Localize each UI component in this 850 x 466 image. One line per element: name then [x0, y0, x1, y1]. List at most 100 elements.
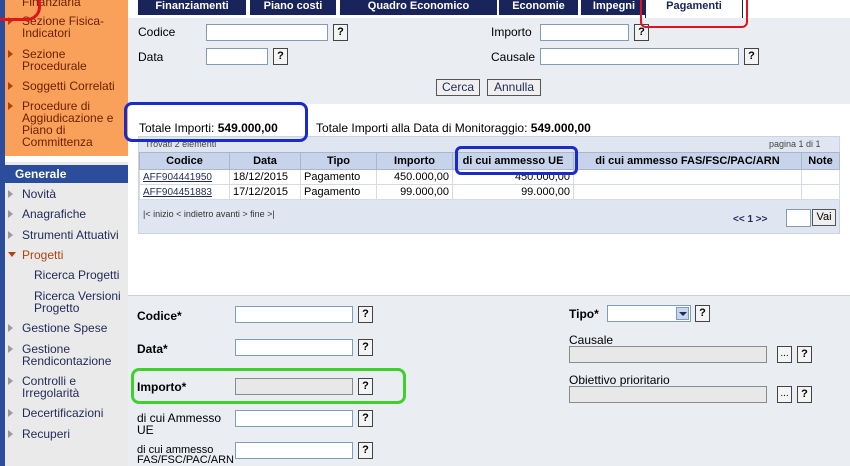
tab-economie[interactable]: Economie: [499, 0, 578, 15]
sidebar-item-progetti[interactable]: Progetti: [8, 249, 128, 261]
tab-pagamenti[interactable]: Pagamenti: [645, 0, 743, 18]
row-note: [801, 169, 840, 185]
form-causale-help-button[interactable]: ?: [797, 346, 812, 363]
row-tipo: Pagamento: [300, 169, 377, 185]
search-button[interactable]: Cerca: [436, 79, 480, 96]
totale-importi-label: Totale Importi:: [139, 121, 215, 135]
col-header-codice[interactable]: Codice: [139, 152, 230, 170]
sidebar-item-soggetti-correlati[interactable]: Soggetti Correlati: [8, 80, 126, 92]
chevron-down-icon: [676, 307, 689, 320]
search-codice-label: Codice: [138, 25, 176, 39]
col-header-data[interactable]: Data: [229, 152, 301, 170]
totale-importi-monitoraggio: Totale Importi alla Data di Monitoraggio…: [316, 121, 591, 135]
sidebar-item-decertificazioni[interactable]: Decertificazioni: [8, 407, 128, 419]
cancel-button[interactable]: Annulla: [487, 79, 541, 96]
search-importo-label: Importo: [491, 25, 532, 39]
form-causale-label: Causale: [569, 333, 614, 347]
tab-impegni[interactable]: Impegni: [581, 0, 647, 15]
table-header-row: Codice Data Tipo Importo di cui ammesso …: [139, 152, 840, 170]
form-ue-help-button[interactable]: ?: [358, 410, 373, 427]
form-codice-help-button[interactable]: ?: [358, 306, 373, 323]
search-data-help-button[interactable]: ?: [273, 48, 288, 65]
sidebar-subitem-ricerca-versioni[interactable]: Ricerca Versioni Progetto: [34, 290, 128, 314]
form-data-help-button[interactable]: ?: [358, 339, 373, 356]
arrow-down-icon: [8, 252, 16, 257]
search-importo-help-button[interactable]: ?: [634, 24, 649, 41]
arrow-right-icon: [8, 377, 13, 385]
table-row: AFF904451883 17/12/2015 Pagamento 99.000…: [139, 184, 840, 200]
form-tipo-help-button[interactable]: ?: [695, 305, 710, 322]
sidebar-item-sezione-procedurale[interactable]: Sezione Procedurale: [8, 48, 126, 72]
col-header-importo[interactable]: Importo: [376, 152, 453, 170]
search-data-input[interactable]: [206, 48, 268, 65]
search-causale-help-button[interactable]: ?: [744, 48, 759, 65]
arrow-right-icon: [8, 17, 13, 25]
form-causale-input[interactable]: [569, 346, 767, 363]
sidebar-item-gestione-spese[interactable]: Gestione Spese: [8, 322, 128, 334]
form-data-input[interactable]: [235, 339, 353, 356]
arrow-right-icon: [8, 231, 13, 239]
form-tipo-select[interactable]: [607, 305, 691, 322]
arrow-right-icon: [8, 409, 13, 417]
sidebar-item-strumenti-attuativi[interactable]: Strumenti Attuativi: [8, 229, 128, 241]
row-importo: 99.000,00: [376, 184, 453, 200]
form-ue-input[interactable]: [235, 410, 353, 427]
form-obiettivo-input[interactable]: [569, 386, 767, 403]
row-ammesso-ue: 450.000,00: [452, 169, 574, 185]
form-obiettivo-help-button[interactable]: ?: [797, 386, 812, 403]
tab-piano-costi[interactable]: Piano costi: [250, 0, 336, 15]
sidebar-item-gestione-rendicontazione[interactable]: Gestione Rendicontazione: [8, 343, 128, 367]
sidebar-item-controlli[interactable]: Controlli e Irregolarità: [8, 375, 128, 399]
form-importo-input[interactable]: [235, 378, 353, 395]
pager-navigation[interactable]: |< inizio < indietro avanti > fine >|: [143, 209, 275, 219]
table-row: AFF904441950 18/12/2015 Pagamento 450.00…: [139, 169, 840, 185]
arrow-right-icon: [8, 430, 13, 438]
arrow-right-icon: [8, 102, 13, 110]
row-ammesso-fas: [573, 184, 802, 200]
form-importo-help-button[interactable]: ?: [358, 378, 373, 395]
form-fas-input[interactable]: [235, 442, 353, 459]
tab-quadro-economico[interactable]: Quadro Economico: [340, 0, 497, 15]
col-header-ammesso-ue[interactable]: di cui ammesso UE: [452, 152, 574, 170]
form-tipo-label: Tipo*: [569, 307, 599, 321]
search-causale-input[interactable]: [540, 48, 739, 65]
col-header-note[interactable]: Note: [801, 152, 840, 170]
form-causale-browse-button[interactable]: ...: [777, 346, 792, 363]
row-note: [801, 184, 840, 200]
sidebar-item-procedure-aggiudicazione[interactable]: Procedure di Aggiudicazione e Piano di C…: [8, 100, 126, 148]
row-codice-link[interactable]: AFF904451883: [139, 184, 230, 200]
totale-monitoraggio-label: Totale Importi alla Data di Monitoraggio…: [316, 121, 528, 135]
sidebar-subitem-ricerca-progetti[interactable]: Ricerca Progetti: [34, 269, 128, 281]
col-header-tipo[interactable]: Tipo: [300, 152, 377, 170]
page-number-input[interactable]: [786, 209, 811, 227]
sidebar-item-novita[interactable]: Novità: [8, 188, 128, 200]
form-codice-label: Codice*: [137, 309, 182, 323]
pager-pages[interactable]: << 1 >>: [733, 214, 767, 225]
search-causale-label: Causale: [491, 50, 536, 64]
totale-importi: Totale Importi: 549.000,00: [139, 121, 278, 135]
row-codice-link[interactable]: AFF904441950: [139, 169, 230, 185]
results-table: Codice Data Tipo Importo di cui ammesso …: [139, 152, 840, 200]
form-obiettivo-browse-button[interactable]: ...: [777, 386, 792, 403]
row-data: 17/12/2015: [229, 184, 301, 200]
col-header-ammesso-fas[interactable]: di cui ammesso FAS/FSC/PAC/ARN: [573, 152, 802, 170]
form-codice-input[interactable]: [235, 306, 353, 323]
row-ammesso-ue: 99.000,00: [452, 184, 574, 200]
form-fas-help-button[interactable]: ?: [358, 442, 373, 459]
form-data-label: Data*: [137, 342, 168, 356]
form-importo-label: Importo*: [137, 380, 187, 394]
row-importo: 450.000,00: [376, 169, 453, 185]
search-importo-input[interactable]: [540, 24, 629, 41]
form-fas-label: di cui ammesso FAS/FSC/PAC/ARN: [137, 444, 234, 466]
arrow-right-icon: [8, 82, 13, 90]
sidebar-item-anagrafiche[interactable]: Anagrafiche: [8, 208, 128, 220]
sidebar-item-finanziaria[interactable]: Finanziaria: [8, 0, 126, 8]
tab-finanziamenti[interactable]: Finanziamenti: [138, 0, 246, 15]
sidebar-item-recuperi[interactable]: Recuperi: [8, 428, 128, 440]
search-codice-input[interactable]: [206, 24, 328, 41]
search-data-label: Data: [138, 50, 164, 64]
sidebar-item-sezione-fisica[interactable]: Sezione Fisica-Indicatori: [8, 15, 126, 39]
go-button[interactable]: Vai: [812, 209, 836, 226]
row-data: 18/12/2015: [229, 169, 301, 185]
search-codice-help-button[interactable]: ?: [333, 24, 348, 41]
